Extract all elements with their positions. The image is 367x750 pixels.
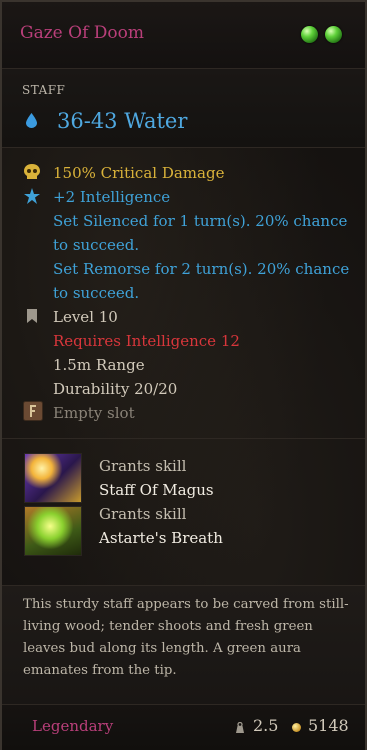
item-weight: 2.5 <box>253 716 279 735</box>
tooltip-header: Gaze Of Doom <box>2 2 365 69</box>
rune-slot-icon[interactable] <box>23 401 43 421</box>
silenced-effect-cont: to succeed. <box>53 236 140 254</box>
socket-gem-icon <box>325 26 342 43</box>
item-tooltip: Gaze Of Doom STAFF 36-43 Water 150% Crit… <box>0 0 367 750</box>
item-value: 5148 <box>308 716 349 735</box>
staff-of-magus-icon[interactable] <box>24 453 82 503</box>
durability: Durability 20/20 <box>53 380 178 398</box>
granted-skills: Grants skill Staff Of Magus Grants skill… <box>2 439 365 586</box>
critical-damage: 150% Critical Damage <box>53 164 225 182</box>
silenced-effect: Set Silenced for 1 turn(s). 20% chance <box>53 212 348 230</box>
weapon-range: 1.5m Range <box>53 356 145 374</box>
remorse-effect: Set Remorse for 2 turn(s). 20% chance <box>53 260 350 278</box>
water-drop-icon <box>26 113 37 128</box>
remorse-effect-cont: to succeed. <box>53 284 140 302</box>
item-properties: 150% Critical Damage +2 Intelligence Set… <box>2 148 365 439</box>
requirement: Requires Intelligence 12 <box>53 332 240 350</box>
skull-icon <box>24 164 40 179</box>
description-text: This sturdy staff appears to be carved f… <box>23 597 349 678</box>
grants-skill-label: Grants skill <box>99 457 187 475</box>
rarity-label: Legendary <box>32 717 114 735</box>
item-level: Level 10 <box>53 308 118 326</box>
gold-coin-icon <box>292 723 301 732</box>
item-name: Gaze Of Doom <box>20 23 144 43</box>
weapon-damage: 36-43 Water <box>57 109 188 133</box>
item-description: This sturdy staff appears to be carved f… <box>2 586 365 705</box>
intelligence-bonus: +2 Intelligence <box>53 188 171 206</box>
tooltip-footer: Legendary 2.5 5148 <box>2 705 365 750</box>
skill-name: Astarte's Breath <box>99 529 223 547</box>
astartes-breath-icon[interactable] <box>24 506 82 556</box>
weapon-summary: STAFF 36-43 Water <box>2 69 365 148</box>
star-icon <box>24 188 40 204</box>
rune-slot-label: Empty slot <box>53 404 135 422</box>
skill-name: Staff Of Magus <box>99 481 214 499</box>
grants-skill-label: Grants skill <box>99 505 187 523</box>
bookmark-icon <box>27 309 37 323</box>
socket-gem-icon <box>301 26 318 43</box>
item-type: STAFF <box>22 83 66 97</box>
weight-icon <box>236 722 244 733</box>
